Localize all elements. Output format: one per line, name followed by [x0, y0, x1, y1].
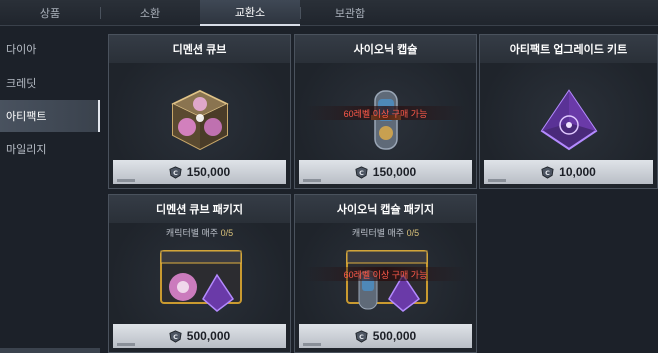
sidebar-item-artifact[interactable]: 아티팩트 — [0, 100, 100, 132]
price-box-accent — [117, 179, 135, 182]
product-name: 사이오닉 캡슐 패키지 — [295, 195, 476, 223]
sidebar-scroll-indicator — [0, 348, 100, 353]
tab-exchange[interactable]: 교환소 — [200, 0, 300, 26]
credit-coin-icon: C — [355, 165, 368, 179]
svg-text:C: C — [173, 168, 178, 176]
price-box-accent — [488, 179, 506, 182]
upgrade-kit-icon — [540, 89, 598, 151]
product-card-psionic-capsule[interactable]: 사이오닉 캡슐 60레벨 이상 구매 가능 C 150,000 — [294, 34, 477, 189]
credit-coin-icon: C — [169, 165, 182, 179]
level-requirement-warning: 60레벨 이상 구매 가능 — [305, 106, 466, 120]
credit-coin-icon: C — [355, 329, 368, 343]
product-card-psionic-capsule-package[interactable]: 사이오닉 캡슐 패키지 캐릭터별 매주 0/5 60레벨 이상 구매 가능 C … — [294, 194, 477, 353]
tab-storage[interactable]: 보관함 — [300, 0, 400, 26]
svg-text:C: C — [173, 332, 178, 340]
price-box-accent — [117, 343, 135, 346]
product-card-dimension-cube[interactable]: 디멘션 큐브 C 150,000 — [108, 34, 291, 189]
product-name: 아티팩트 업그레이드 키트 — [480, 35, 657, 63]
price-value: 150,000 — [186, 165, 231, 179]
price-box[interactable]: C 150,000 — [113, 160, 286, 184]
price-value: 500,000 — [372, 329, 417, 343]
tab-summon[interactable]: 소환 — [100, 0, 200, 26]
credit-coin-icon: C — [169, 329, 182, 343]
top-tab-bar: 상품 소환 교환소 보관함 — [0, 0, 658, 26]
svg-text:C: C — [359, 168, 364, 176]
level-requirement-warning: 60레벨 이상 구매 가능 — [305, 267, 466, 281]
svg-text:C: C — [359, 332, 364, 340]
dimension-cube-package-icon — [160, 250, 242, 312]
price-box[interactable]: C 500,000 — [299, 324, 472, 348]
product-name: 사이오닉 캡슐 — [295, 35, 476, 63]
price-box[interactable]: C 150,000 — [299, 160, 472, 184]
product-name: 디멘션 큐브 — [109, 35, 290, 63]
sidebar-item-credit[interactable]: 크레딧 — [0, 67, 100, 99]
sidebar-item-mileage[interactable]: 마일리지 — [0, 133, 100, 165]
price-box-accent — [303, 343, 321, 346]
credit-coin-icon: C — [541, 165, 554, 179]
price-box-accent — [303, 179, 321, 182]
tab-products[interactable]: 상품 — [0, 0, 100, 26]
product-card-dimension-cube-package[interactable]: 디멘션 큐브 패키지 캐릭터별 매주 0/5 C 500,000 — [108, 194, 291, 353]
price-box[interactable]: C 500,000 — [113, 324, 286, 348]
category-sidebar: 다이아 크레딧 아티팩트 마일리지 — [0, 33, 102, 353]
price-value: 10,000 — [559, 165, 596, 179]
psionic-capsule-icon — [371, 90, 401, 150]
dimension-cube-icon — [171, 89, 229, 151]
product-name: 디멘션 큐브 패키지 — [109, 195, 290, 223]
price-value: 150,000 — [372, 165, 417, 179]
svg-text:C: C — [545, 168, 550, 176]
price-box[interactable]: C 10,000 — [484, 160, 653, 184]
sidebar-item-dia[interactable]: 다이아 — [0, 33, 100, 65]
price-value: 500,000 — [186, 329, 231, 343]
product-card-upgrade-kit[interactable]: 아티팩트 업그레이드 키트 C 10,000 — [479, 34, 658, 189]
